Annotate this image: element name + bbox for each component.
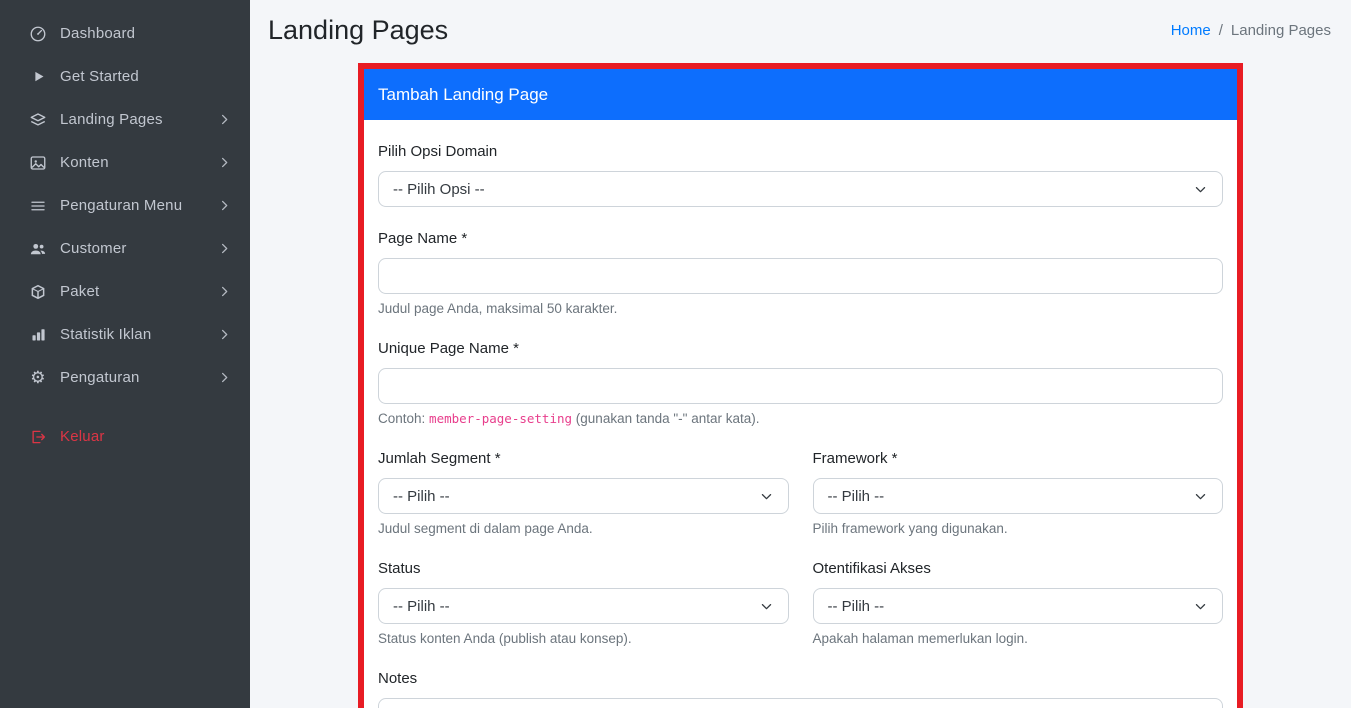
status-select[interactable]: -- Pilih --: [378, 588, 789, 624]
chevron-right-icon: [217, 327, 232, 342]
sidebar-item-label: Pengaturan Menu: [60, 197, 182, 214]
chevron-right-icon: [217, 198, 232, 213]
chevron-down-icon: [1193, 599, 1208, 614]
status-select-value: -- Pilih --: [393, 598, 450, 615]
field-page-name: Page Name * Judul page Anda, maksimal 50…: [378, 229, 1223, 317]
jumlah-segment-help: Judul segment di dalam page Anda.: [378, 521, 789, 537]
sidebar-item-label: Dashboard: [60, 25, 135, 42]
gear-icon: ⚙: [28, 369, 48, 386]
domain-select-value: -- Pilih Opsi --: [393, 181, 485, 198]
status-help: Status konten Anda (publish atau konsep)…: [378, 631, 789, 647]
layers-icon: [28, 111, 48, 129]
jumlah-segment-select[interactable]: -- Pilih --: [378, 478, 789, 514]
sidebar-item-pengaturan[interactable]: ⚙ Pengaturan: [0, 356, 250, 399]
package-icon: [28, 283, 48, 301]
play-icon: [28, 69, 48, 84]
unique-page-name-input[interactable]: [378, 368, 1223, 404]
sidebar-item-label: Paket: [60, 283, 99, 300]
status-label: Status: [378, 559, 789, 578]
field-unique-page-name: Unique Page Name * Contoh: member-page-s…: [378, 339, 1223, 427]
image-icon: [28, 154, 48, 172]
example-code: member-page-setting: [429, 411, 572, 426]
sidebar-item-label: Get Started: [60, 68, 139, 85]
sidebar-item-konten[interactable]: Konten: [0, 141, 250, 184]
sidebar-item-dashboard[interactable]: Dashboard: [0, 12, 250, 55]
sidebar-item-label: Landing Pages: [60, 111, 163, 128]
page-header: Landing Pages Home / Landing Pages: [250, 0, 1351, 47]
page-name-label: Page Name *: [378, 229, 1223, 248]
chevron-right-icon: [217, 241, 232, 256]
framework-select-value: -- Pilih --: [828, 488, 885, 505]
chevron-right-icon: [217, 370, 232, 385]
sidebar-item-label: Customer: [60, 240, 127, 257]
domain-label: Pilih Opsi Domain: [378, 142, 1223, 161]
sidebar: Dashboard Get Started Landing Pages: [0, 0, 250, 708]
chevron-right-icon: [217, 155, 232, 170]
sidebar-item-get-started[interactable]: Get Started: [0, 55, 250, 98]
menu-list-icon: [28, 197, 48, 215]
sidebar-item-customer[interactable]: Customer: [0, 227, 250, 270]
field-notes: Notes: [378, 669, 1223, 708]
sidebar-item-label: Statistik Iklan: [60, 326, 151, 343]
jumlah-segment-select-value: -- Pilih --: [393, 488, 450, 505]
annotation-highlight-border: Tambah Landing Page Pilih Opsi Domain --…: [358, 63, 1243, 708]
app-window: Dashboard Get Started Landing Pages: [0, 0, 1351, 708]
chevron-down-icon: [759, 489, 774, 504]
sidebar-item-paket[interactable]: Paket: [0, 270, 250, 313]
jumlah-segment-label: Jumlah Segment *: [378, 449, 789, 468]
field-status: Status -- Pilih -- Status konten Anda (p…: [378, 559, 789, 647]
sidebar-item-landing-pages[interactable]: Landing Pages: [0, 98, 250, 141]
users-icon: [28, 240, 48, 258]
notes-input[interactable]: [378, 698, 1223, 708]
notes-label: Notes: [378, 669, 1223, 688]
otentifikasi-akses-label: Otentifikasi Akses: [813, 559, 1224, 578]
framework-select[interactable]: -- Pilih --: [813, 478, 1224, 514]
sidebar-item-label: Keluar: [60, 428, 105, 445]
otentifikasi-akses-select-value: -- Pilih --: [828, 598, 885, 615]
chevron-right-icon: [217, 284, 232, 299]
card-body: Pilih Opsi Domain -- Pilih Opsi -- Page …: [364, 120, 1237, 708]
breadcrumb-home-link[interactable]: Home: [1171, 22, 1211, 39]
otentifikasi-akses-help: Apakah halaman memerlukan login.: [813, 631, 1224, 647]
sidebar-item-logout[interactable]: Keluar: [0, 415, 250, 458]
speedometer-icon: [28, 25, 48, 43]
unique-page-name-label: Unique Page Name *: [378, 339, 1223, 358]
page-name-help: Judul page Anda, maksimal 50 karakter.: [378, 301, 1223, 317]
chevron-down-icon: [1193, 489, 1208, 504]
logout-icon: [28, 428, 48, 446]
status-auth-row: Status -- Pilih -- Status konten Anda (p…: [378, 559, 1223, 669]
field-framework: Framework * -- Pilih -- Pilih framework …: [813, 449, 1224, 537]
chevron-right-icon: [217, 112, 232, 127]
main-content: Landing Pages Home / Landing Pages Tamba…: [250, 0, 1351, 708]
breadcrumb-separator: /: [1219, 22, 1223, 39]
field-otentifikasi-akses: Otentifikasi Akses -- Pilih -- Apakah ha…: [813, 559, 1224, 647]
sidebar-item-label: Pengaturan: [60, 369, 140, 386]
unique-page-name-help: Contoh: member-page-setting (gunakan tan…: [378, 411, 1223, 427]
page-title: Landing Pages: [268, 13, 448, 47]
framework-label: Framework *: [813, 449, 1224, 468]
otentifikasi-akses-select[interactable]: -- Pilih --: [813, 588, 1224, 624]
page-name-input[interactable]: [378, 258, 1223, 294]
chevron-down-icon: [1193, 182, 1208, 197]
add-landing-page-card: Tambah Landing Page Pilih Opsi Domain --…: [364, 69, 1237, 708]
bar-chart-icon: [28, 326, 48, 343]
chevron-down-icon: [759, 599, 774, 614]
framework-help: Pilih framework yang digunakan.: [813, 521, 1224, 537]
sidebar-item-statistik-iklan[interactable]: Statistik Iklan: [0, 313, 250, 356]
card-header: Tambah Landing Page: [364, 69, 1237, 120]
field-domain: Pilih Opsi Domain -- Pilih Opsi --: [378, 142, 1223, 207]
segment-framework-row: Jumlah Segment * -- Pilih -- Judul segme…: [378, 449, 1223, 559]
domain-select[interactable]: -- Pilih Opsi --: [378, 171, 1223, 207]
breadcrumb-current: Landing Pages: [1231, 22, 1331, 39]
sidebar-item-pengaturan-menu[interactable]: Pengaturan Menu: [0, 184, 250, 227]
field-jumlah-segment: Jumlah Segment * -- Pilih -- Judul segme…: [378, 449, 789, 537]
sidebar-item-label: Konten: [60, 154, 109, 171]
breadcrumb: Home / Landing Pages: [1171, 22, 1331, 39]
